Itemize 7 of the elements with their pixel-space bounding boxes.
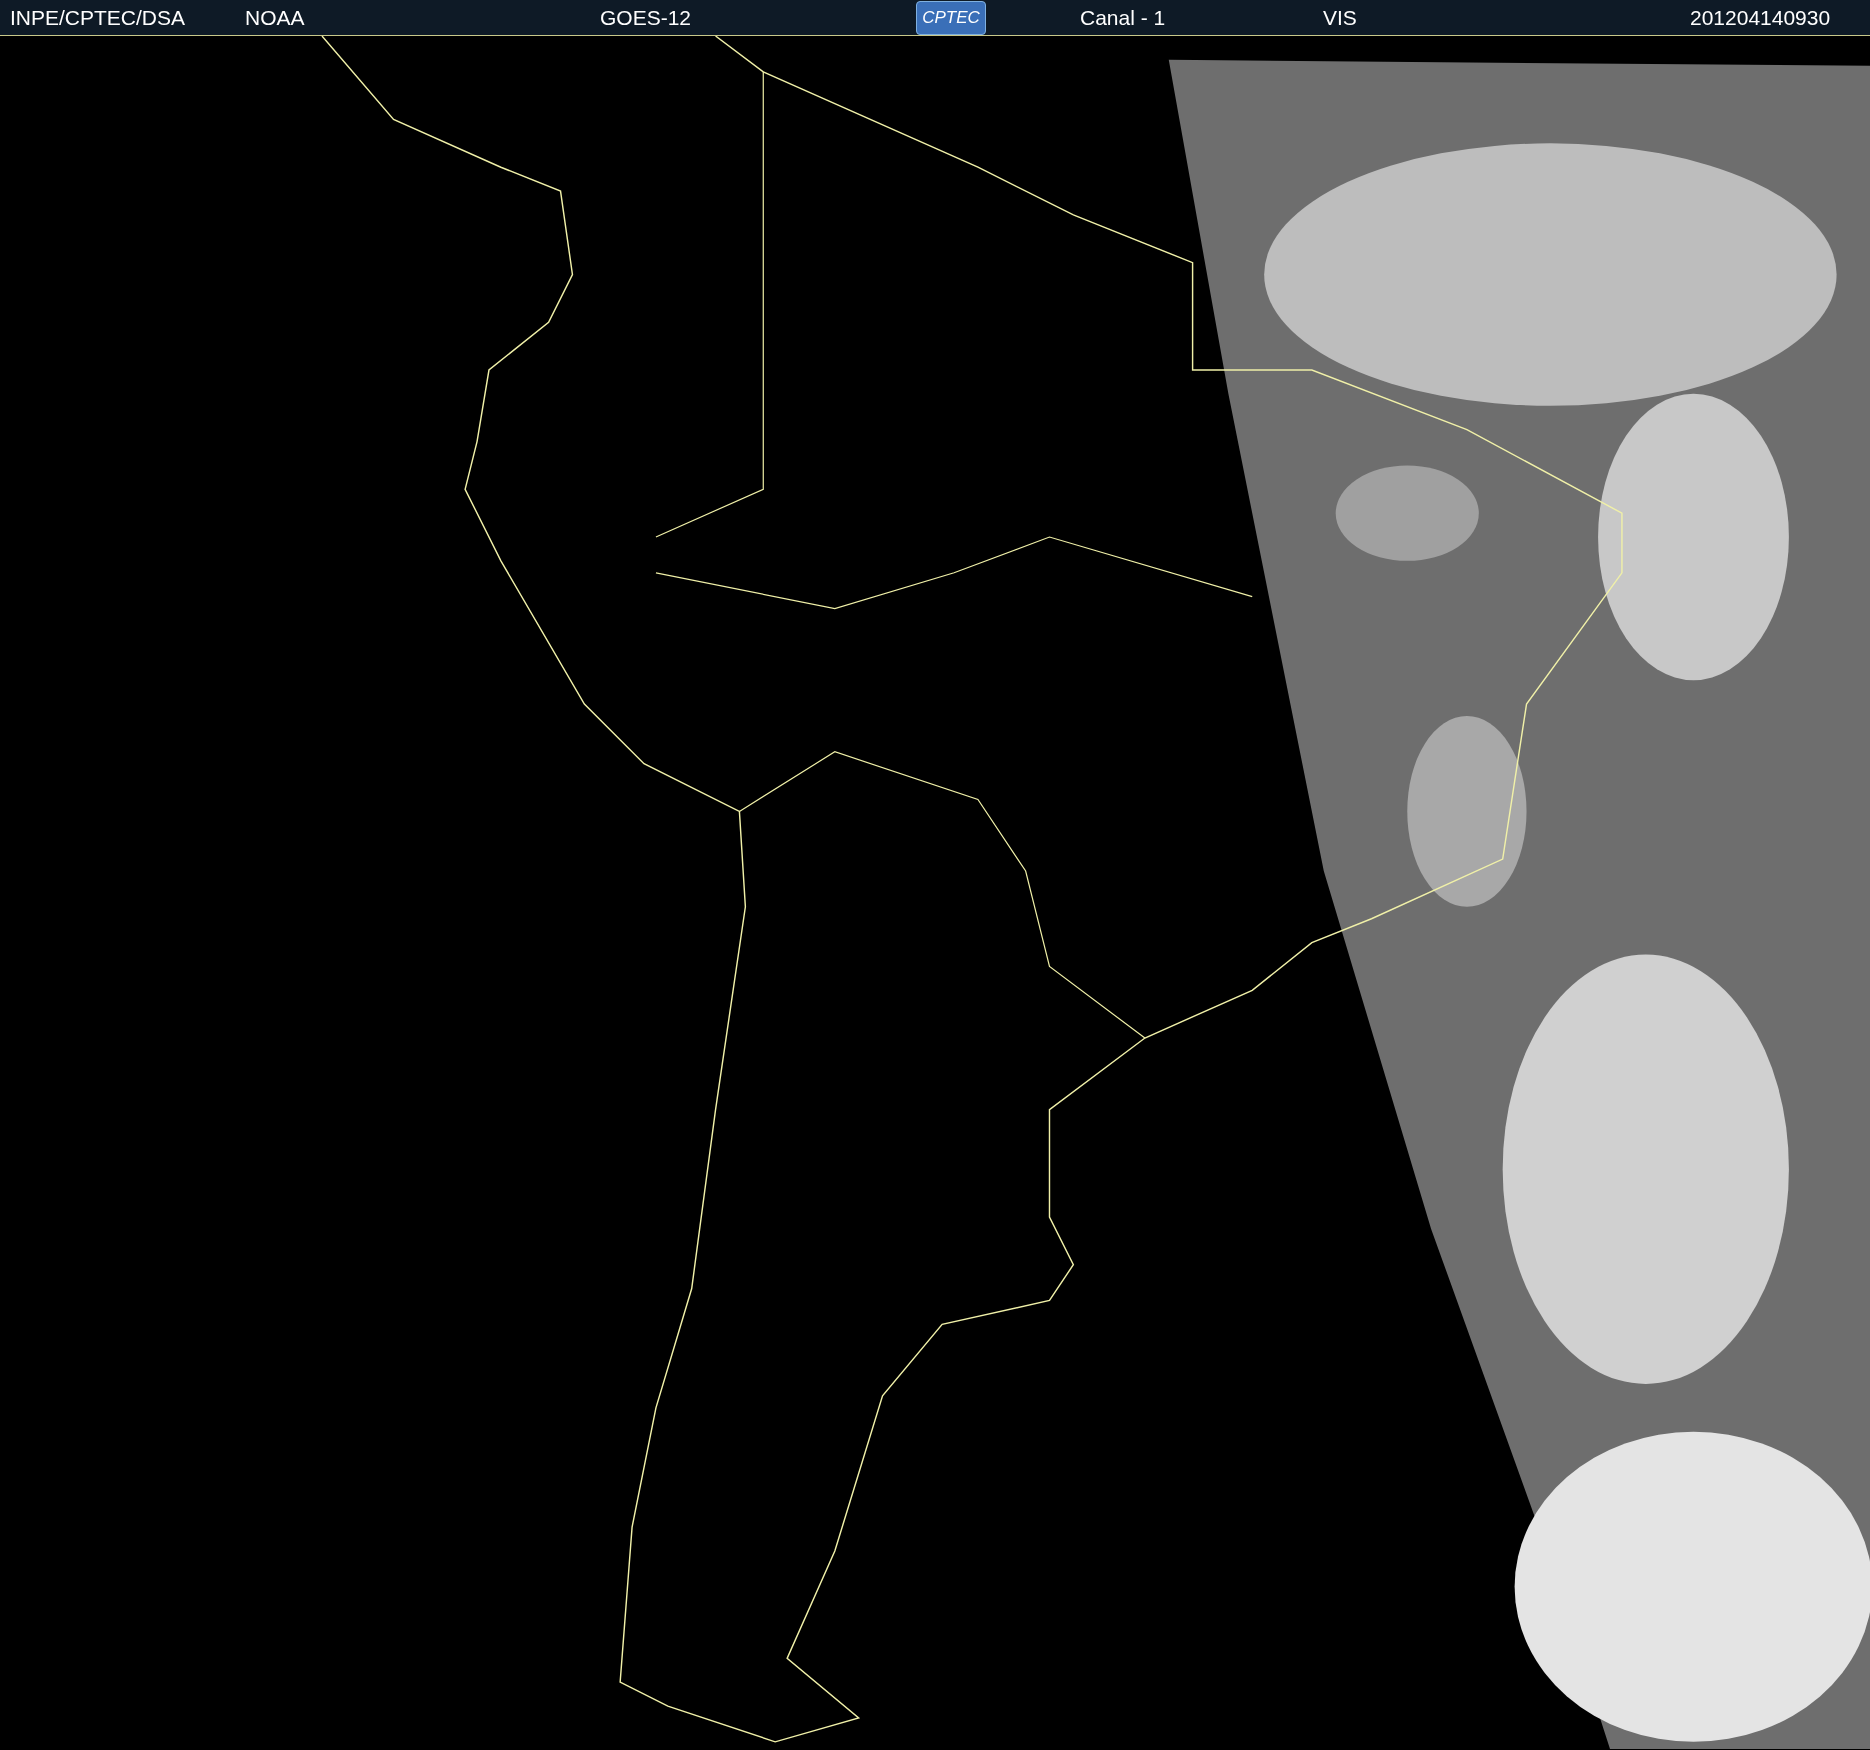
header-label: NOAA [245,4,305,31]
header-label: Canal - 1 [1080,4,1166,31]
header-label: GOES-12 [600,4,692,31]
header-label: VIS [1323,4,1357,31]
header-label: 201204140930 [1690,4,1831,31]
logo: CPTEC [916,0,986,35]
header-label: INPE/CPTEC/DSA [10,4,186,31]
